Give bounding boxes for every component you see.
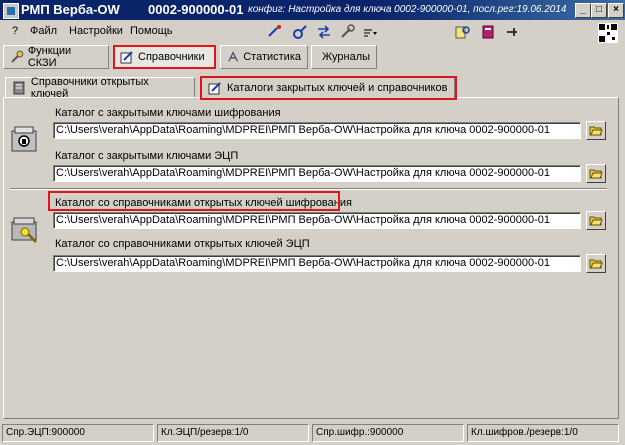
enc-public-label-highlight <box>48 191 340 211</box>
transfer-icon[interactable] <box>316 24 332 40</box>
config-info: конфиг: Настройка для ключа 0002-900000-… <box>248 4 568 15</box>
statistics-label: Статистика <box>243 51 301 63</box>
status-eds-directory: Спр.ЭЦП:900000 <box>2 424 154 442</box>
menu-file[interactable]: Файл <box>30 25 57 37</box>
dropdown-tool-icon[interactable] <box>362 24 378 40</box>
app-icon[interactable] <box>3 3 19 19</box>
enc-private-path-input[interactable]: C:\Users\verah\AppData\Roaming\MDPREI\РМ… <box>53 122 581 139</box>
eds-public-path-input[interactable]: C:\Users\verah\AppData\Roaming\MDPREI\РМ… <box>53 255 581 272</box>
field-label-eds-public: Каталог со справочниками открытых ключей… <box>55 238 310 250</box>
app-title: РМП Верба-OW <box>21 2 120 17</box>
folder-open-icon <box>589 169 603 179</box>
close-button[interactable]: × <box>608 3 624 18</box>
book-icon <box>13 81 25 95</box>
journals-label: Журналы <box>322 51 371 63</box>
field-label-eds-private: Каталог с закрытыми ключами ЭЦП <box>55 150 239 162</box>
public-key-directory-icon <box>11 217 37 243</box>
statistics-button[interactable]: Статистика <box>220 45 308 69</box>
enc-public-browse-button[interactable] <box>586 211 606 230</box>
folder-open-icon <box>589 216 603 226</box>
section-divider <box>10 188 607 190</box>
key-tool-icon[interactable] <box>339 24 355 40</box>
search-icon[interactable] <box>455 24 471 40</box>
directories-highlight <box>113 45 216 69</box>
eds-private-browse-button[interactable] <box>586 164 606 183</box>
folder-open-icon <box>589 126 603 136</box>
menu-settings[interactable]: Настройки <box>69 25 123 37</box>
title-bar: РМП Верба-OW 0002-900000-01 конфиг: Наст… <box>0 0 625 20</box>
key-icon <box>11 50 24 63</box>
statistics-icon <box>228 51 239 62</box>
catalogs-tab-highlight <box>200 76 457 100</box>
key-refresh-icon[interactable] <box>292 24 308 40</box>
status-enc-keys: Кл.шифров./резерв:1/0 <box>467 424 619 442</box>
minimize-button[interactable]: _ <box>575 3 591 18</box>
skzi-functions-label: Функции СКЗИ <box>27 45 72 69</box>
key-code: 0002-900000-01 <box>148 2 244 17</box>
maximize-button[interactable]: □ <box>591 3 607 18</box>
key-arrow-icon[interactable] <box>267 24 283 40</box>
enc-private-browse-button[interactable] <box>586 121 606 140</box>
tab-public-keys[interactable]: Справочники открытых ключей <box>5 76 195 100</box>
skzi-functions-button[interactable]: Функции СКЗИ <box>3 45 109 69</box>
eds-public-browse-button[interactable] <box>586 254 606 273</box>
journals-button[interactable]: Журналы <box>311 45 377 69</box>
status-eds-keys: Кл.ЭЦП/резерв:1/0 <box>157 424 309 442</box>
menu-help[interactable]: Помощь <box>130 25 173 37</box>
private-key-folder-icon <box>11 126 37 152</box>
eds-private-path-input[interactable]: C:\Users\verah\AppData\Roaming\MDPREI\РМ… <box>53 165 581 182</box>
pin-icon[interactable] <box>505 24 521 40</box>
folder-open-icon <box>589 259 603 269</box>
book-icon[interactable] <box>480 24 496 40</box>
field-label-enc-private: Каталог с закрытыми ключами шифрования <box>55 107 281 119</box>
status-enc-directory: Спр.шифр.:900000 <box>312 424 464 442</box>
enc-public-path-input[interactable]: C:\Users\verah\AppData\Roaming\MDPREI\РМ… <box>53 212 581 229</box>
menu-help-question[interactable]: ? <box>12 25 18 37</box>
qr-logo-icon <box>598 23 618 43</box>
